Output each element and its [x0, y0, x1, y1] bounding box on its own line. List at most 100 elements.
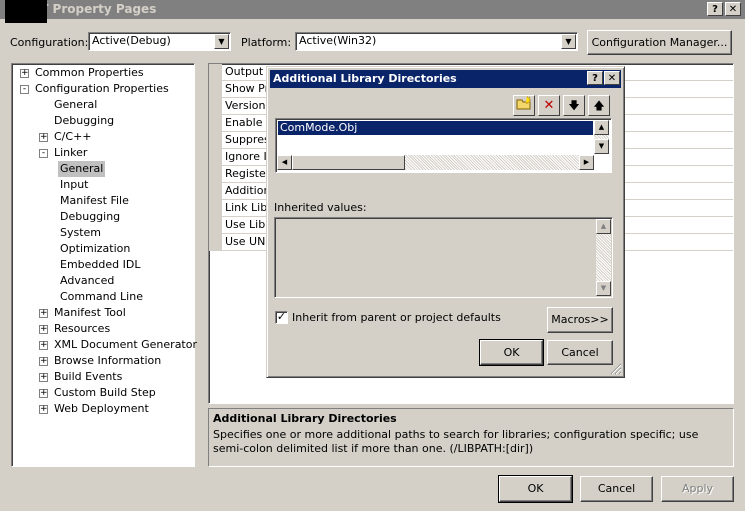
new-folder-icon[interactable] [513, 95, 535, 116]
directory-list[interactable]: ComMode.Obj ▲ ▼ ◀ ▶ [275, 118, 612, 173]
tree-item[interactable]: Debugging [12, 209, 192, 225]
tree-item[interactable]: + Manifest Tool [12, 305, 192, 321]
scroll-right-icon[interactable]: ▶ [579, 155, 594, 170]
expand-icon[interactable]: + [39, 133, 48, 142]
tree-item[interactable]: - Configuration Properties [12, 81, 192, 97]
tree-item[interactable]: + Common Properties [12, 65, 192, 81]
tree-item[interactable]: Debugging [12, 113, 192, 129]
tree-item-label: Linker [54, 146, 88, 159]
expand-icon[interactable]: + [39, 357, 48, 366]
tree-item[interactable]: + Resources [12, 321, 192, 337]
tree-item[interactable]: Embedded IDL [12, 257, 192, 273]
move-up-icon[interactable]: 🡅 [588, 95, 610, 116]
description-title: Additional Library Directories [213, 412, 397, 425]
grid-row-margin [209, 217, 222, 233]
grid-row-name: Version [225, 99, 266, 112]
grid-row-margin [209, 183, 222, 199]
tree-item[interactable]: Manifest File [12, 193, 192, 209]
tree-item[interactable]: Advanced [12, 273, 192, 289]
tree-item[interactable]: + Build Events [12, 369, 192, 385]
help-button[interactable]: ? [707, 2, 723, 16]
grid-row-margin [209, 149, 222, 165]
ok-button[interactable]: OK [498, 475, 573, 503]
inherit-checkbox-label[interactable]: Inherit from parent or project defaults [292, 311, 501, 324]
chevron-down-icon[interactable]: ▼ [214, 34, 229, 49]
close-button[interactable]: ✕ [725, 2, 741, 16]
tree-item[interactable]: Command Line [12, 289, 192, 305]
tree-item[interactable]: System [12, 225, 192, 241]
tree-item-label: Resources [54, 322, 111, 335]
configuration-manager-button[interactable]: Configuration Manager... [587, 30, 732, 55]
grid-row-name: Ignore Ir [225, 150, 272, 163]
configuration-combo[interactable]: Active(Debug) ▼ [88, 32, 231, 51]
tree-item[interactable]: General [12, 161, 192, 177]
collapse-icon[interactable]: - [20, 85, 29, 94]
tree-item-label: C/C++ [54, 130, 92, 143]
dialog-help-button[interactable]: ? [587, 71, 603, 85]
tree-item-label: XML Document Generator [54, 338, 197, 351]
tree-item-label: Advanced [60, 274, 115, 287]
grid-row-margin [209, 166, 222, 182]
tree-item-label: Web Deployment [54, 402, 149, 415]
dialog-cancel-button[interactable]: Cancel [547, 340, 613, 365]
dialog-ok-button[interactable]: OK [479, 339, 544, 366]
tree-item[interactable]: Optimization [12, 241, 192, 257]
tree-item-label: Debugging [60, 210, 121, 223]
tree-item[interactable]: + C/C++ [12, 129, 192, 145]
tree-item[interactable]: + Custom Build Step [12, 385, 192, 401]
grid-row-name: Register [225, 167, 271, 180]
tree-item[interactable]: + Browse Information [12, 353, 192, 369]
tree-item[interactable]: General [12, 97, 192, 113]
tree-item-label: Common Properties [35, 66, 144, 79]
tree-item-label: Command Line [60, 290, 143, 303]
tree-item[interactable]: Input [12, 177, 192, 193]
move-down-icon[interactable]: 🡇 [563, 95, 585, 116]
scroll-down-icon[interactable]: ▼ [594, 139, 609, 154]
tree-item-label: Manifest Tool [54, 306, 126, 319]
scroll-down-icon[interactable]: ▼ [596, 281, 611, 296]
inherit-checkbox[interactable]: ✓ [275, 311, 288, 324]
hscroll-thumb[interactable] [292, 155, 405, 170]
chevron-down-icon[interactable]: ▼ [561, 34, 576, 49]
scroll-up-icon[interactable]: ▲ [594, 120, 609, 135]
window-title: ET Property Pages [32, 2, 157, 16]
dialog-close-button[interactable]: ✕ [604, 71, 620, 85]
tree-item-label: Browse Information [54, 354, 162, 367]
macros-button[interactable]: Macros>> [547, 307, 613, 333]
tree-item[interactable]: + XML Document Generator [12, 337, 197, 353]
configuration-label: Configuration: [10, 36, 89, 49]
tree-item[interactable]: + Web Deployment [12, 401, 192, 417]
collapse-icon[interactable]: - [39, 149, 48, 158]
additional-library-dialog: Additional Library Directories ? ✕ ✕ 🡇 🡅… [266, 66, 625, 378]
directory-entry[interactable]: ComMode.Obj [277, 120, 594, 136]
apply-button[interactable]: Apply [661, 476, 734, 502]
scroll-left-icon[interactable]: ◀ [277, 155, 292, 170]
inherited-vscrollbar[interactable]: ▲ ▼ [596, 219, 611, 296]
expand-icon[interactable]: + [39, 341, 48, 350]
scroll-up-icon[interactable]: ▲ [596, 219, 611, 234]
grid-row-name: Suppres [225, 133, 270, 146]
cancel-button[interactable]: Cancel [580, 476, 653, 502]
tree-item-label: General [54, 98, 98, 111]
list-hscrollbar[interactable]: ◀ ▶ [277, 155, 594, 170]
list-vscrollbar[interactable]: ▲ ▼ [594, 120, 609, 154]
configuration-value: Active(Debug) [92, 34, 171, 47]
expand-icon[interactable]: + [39, 309, 48, 318]
property-tree[interactable]: + Common Properties - Configuration Propert… [11, 63, 197, 467]
expand-icon[interactable]: + [39, 325, 48, 334]
tree-item[interactable]: - Linker [12, 145, 192, 161]
grid-row-margin [209, 81, 222, 97]
tree-item-label: Optimization [60, 242, 131, 255]
resize-grip-icon[interactable] [610, 363, 622, 375]
expand-icon[interactable]: + [39, 389, 48, 398]
expand-icon[interactable]: + [39, 405, 48, 414]
platform-label: Platform: [241, 36, 292, 49]
grid-row-margin [209, 98, 222, 114]
window-title-bar: ET Property Pages ? ✕ [0, 0, 745, 23]
expand-icon[interactable]: + [20, 69, 29, 78]
inherited-values-box[interactable]: ▲ ▼ [274, 217, 613, 298]
expand-icon[interactable]: + [39, 373, 48, 382]
delete-icon[interactable]: ✕ [538, 95, 560, 116]
platform-combo[interactable]: Active(Win32) ▼ [295, 32, 578, 51]
tree-item-label: Embedded IDL [60, 258, 141, 271]
